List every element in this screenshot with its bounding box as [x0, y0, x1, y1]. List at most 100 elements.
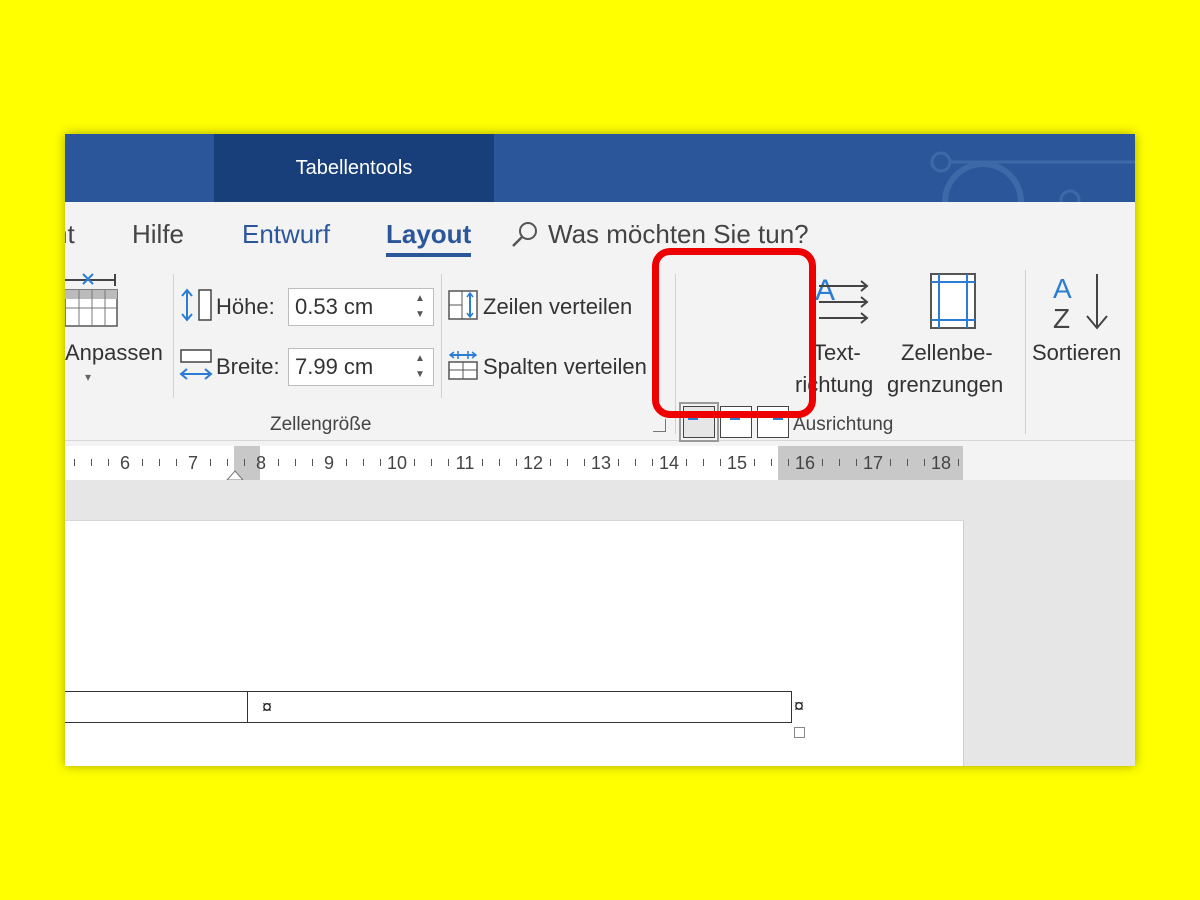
spin-down-icon[interactable]: ▼ — [413, 368, 427, 382]
cell-border — [247, 692, 248, 722]
textrichtung-label-line2: richtung — [795, 372, 874, 397]
align-top-center-button[interactable] — [720, 406, 752, 438]
ruler-tick — [907, 459, 908, 466]
ruler-tick — [363, 459, 364, 466]
word-window: Tabellentools nt Hilfe Entwurf Layout Wa… — [65, 134, 1135, 766]
ruler-tick — [448, 459, 449, 466]
alignment-line — [769, 414, 783, 416]
document-page[interactable]: ¤ ¤ — [65, 520, 964, 766]
sortieren-button[interactable]: Sortieren — [1032, 340, 1121, 366]
ruler-tick — [584, 459, 585, 466]
decorative-circuit-icon — [930, 151, 1135, 202]
spin-down-icon[interactable]: ▼ — [413, 308, 427, 322]
separator — [675, 274, 676, 434]
ruler-tick — [74, 459, 75, 466]
separator — [173, 274, 174, 398]
ruler-number: 11 — [455, 453, 475, 473]
ruler-tick — [754, 459, 755, 466]
alignment-line — [730, 418, 740, 420]
end-of-cell-mark: ¤ — [262, 697, 273, 717]
spin-up-icon[interactable]: ▲ — [413, 352, 427, 366]
group-label-zellengroesse: Zellengröße — [270, 414, 372, 435]
zellenbegrenzungen-label-line2: grenzungen — [887, 372, 1004, 397]
text-direction-icon: A — [815, 274, 869, 324]
ruler-tick — [550, 459, 551, 466]
ruler-tick — [890, 459, 891, 466]
title-bar: Tabellentools — [65, 134, 1135, 202]
table-resize-handle[interactable] — [794, 727, 805, 738]
tab-layout[interactable]: Layout — [386, 217, 472, 257]
ruler-tick — [108, 459, 109, 466]
ruler-tick — [431, 459, 432, 466]
tab-entwurf[interactable]: Entwurf — [242, 217, 330, 251]
ruler-number: 17 — [862, 453, 884, 473]
ruler-tick — [227, 459, 228, 466]
ruler-tick — [159, 459, 160, 466]
ruler-tick — [822, 459, 823, 466]
ruler-tick — [567, 459, 568, 466]
group-label-ausrichtung: Ausrichtung — [793, 414, 894, 435]
tab-hilfe[interactable]: Hilfe — [132, 217, 184, 251]
sort-letter-z: Z — [1053, 303, 1070, 332]
ruler-tick — [142, 459, 143, 466]
ruler-tick — [703, 459, 704, 466]
textrichtung-button[interactable]: Text- richtung — [795, 338, 891, 398]
zellenbegrenzungen-button[interactable]: Zellenbe- grenzungen — [887, 338, 1021, 398]
ruler-tick — [788, 459, 789, 466]
cell-margins-icon — [930, 273, 976, 329]
ruler-tick — [482, 459, 483, 466]
end-of-row-mark: ¤ — [794, 696, 805, 716]
ruler-tick — [720, 459, 721, 466]
autofit-table-icon[interactable] — [65, 268, 121, 328]
spalten-verteilen-label: Spalten verteilen — [483, 354, 647, 379]
ruler-tick — [771, 459, 772, 466]
ruler-number: 13 — [590, 453, 612, 473]
context-tab-tabellentools[interactable]: Tabellentools — [214, 134, 494, 202]
zellenbegrenzungen-label-line1: Zellenbe- — [901, 340, 993, 365]
breite-input[interactable] — [289, 349, 407, 385]
ruler-tick — [346, 459, 347, 466]
spin-up-icon[interactable]: ▲ — [413, 292, 427, 306]
alignment-line — [728, 414, 742, 416]
hoehe-label: Höhe: — [216, 294, 275, 319]
ruler-number: 7 — [187, 453, 199, 473]
ruler-number: 15 — [726, 453, 748, 473]
alignment-line — [688, 414, 702, 416]
anpassen-button[interactable]: Anpassen — [65, 340, 163, 366]
tell-me-box[interactable]: Was möchten Sie tun? — [510, 217, 809, 251]
chevron-down-icon[interactable]: ▾ — [85, 370, 91, 384]
ruler-tick — [312, 459, 313, 466]
sort-icon: A Z — [1053, 273, 1108, 332]
ruler-tick — [278, 459, 279, 466]
ruler-tick — [499, 459, 500, 466]
ruler-tick — [380, 459, 381, 466]
ruler-number: 8 — [255, 453, 267, 473]
column-width-icon — [179, 349, 213, 380]
ruler-number: 9 — [323, 453, 335, 473]
separator — [441, 274, 442, 398]
spalten-verteilen-button[interactable]: Spalten verteilen — [448, 348, 660, 384]
distribute-columns-icon — [448, 351, 478, 380]
zeilen-verteilen-button[interactable]: Zeilen verteilen — [448, 288, 644, 324]
tab-truncated[interactable]: nt — [65, 217, 75, 251]
table-row[interactable]: ¤ — [65, 691, 792, 723]
dialog-launcher-icon[interactable] — [653, 419, 666, 432]
ruler-tick — [652, 459, 653, 466]
align-top-left-button[interactable] — [679, 402, 719, 442]
zeilen-verteilen-label: Zeilen verteilen — [483, 294, 633, 319]
ruler-tick — [924, 459, 925, 466]
ruler-tick — [91, 459, 92, 466]
separator — [1025, 270, 1026, 434]
ruler-tick — [244, 459, 245, 466]
hoehe-input[interactable] — [289, 289, 407, 325]
breite-field[interactable]: ▲ ▼ — [288, 348, 434, 386]
ribbon-tabs: nt Hilfe Entwurf Layout Was möchten Sie … — [65, 202, 1135, 266]
ruler-tick — [856, 459, 857, 466]
ruler-tick — [635, 459, 636, 466]
ruler-tick — [839, 459, 840, 466]
horizontal-ruler[interactable]: 6 7 8 9 10 11 12 13 14 15 16 17 18 — [65, 446, 963, 481]
hoehe-field[interactable]: ▲ ▼ — [288, 288, 434, 326]
align-top-right-button[interactable] — [757, 406, 789, 438]
search-icon — [512, 222, 537, 247]
alignment-line — [773, 418, 783, 420]
